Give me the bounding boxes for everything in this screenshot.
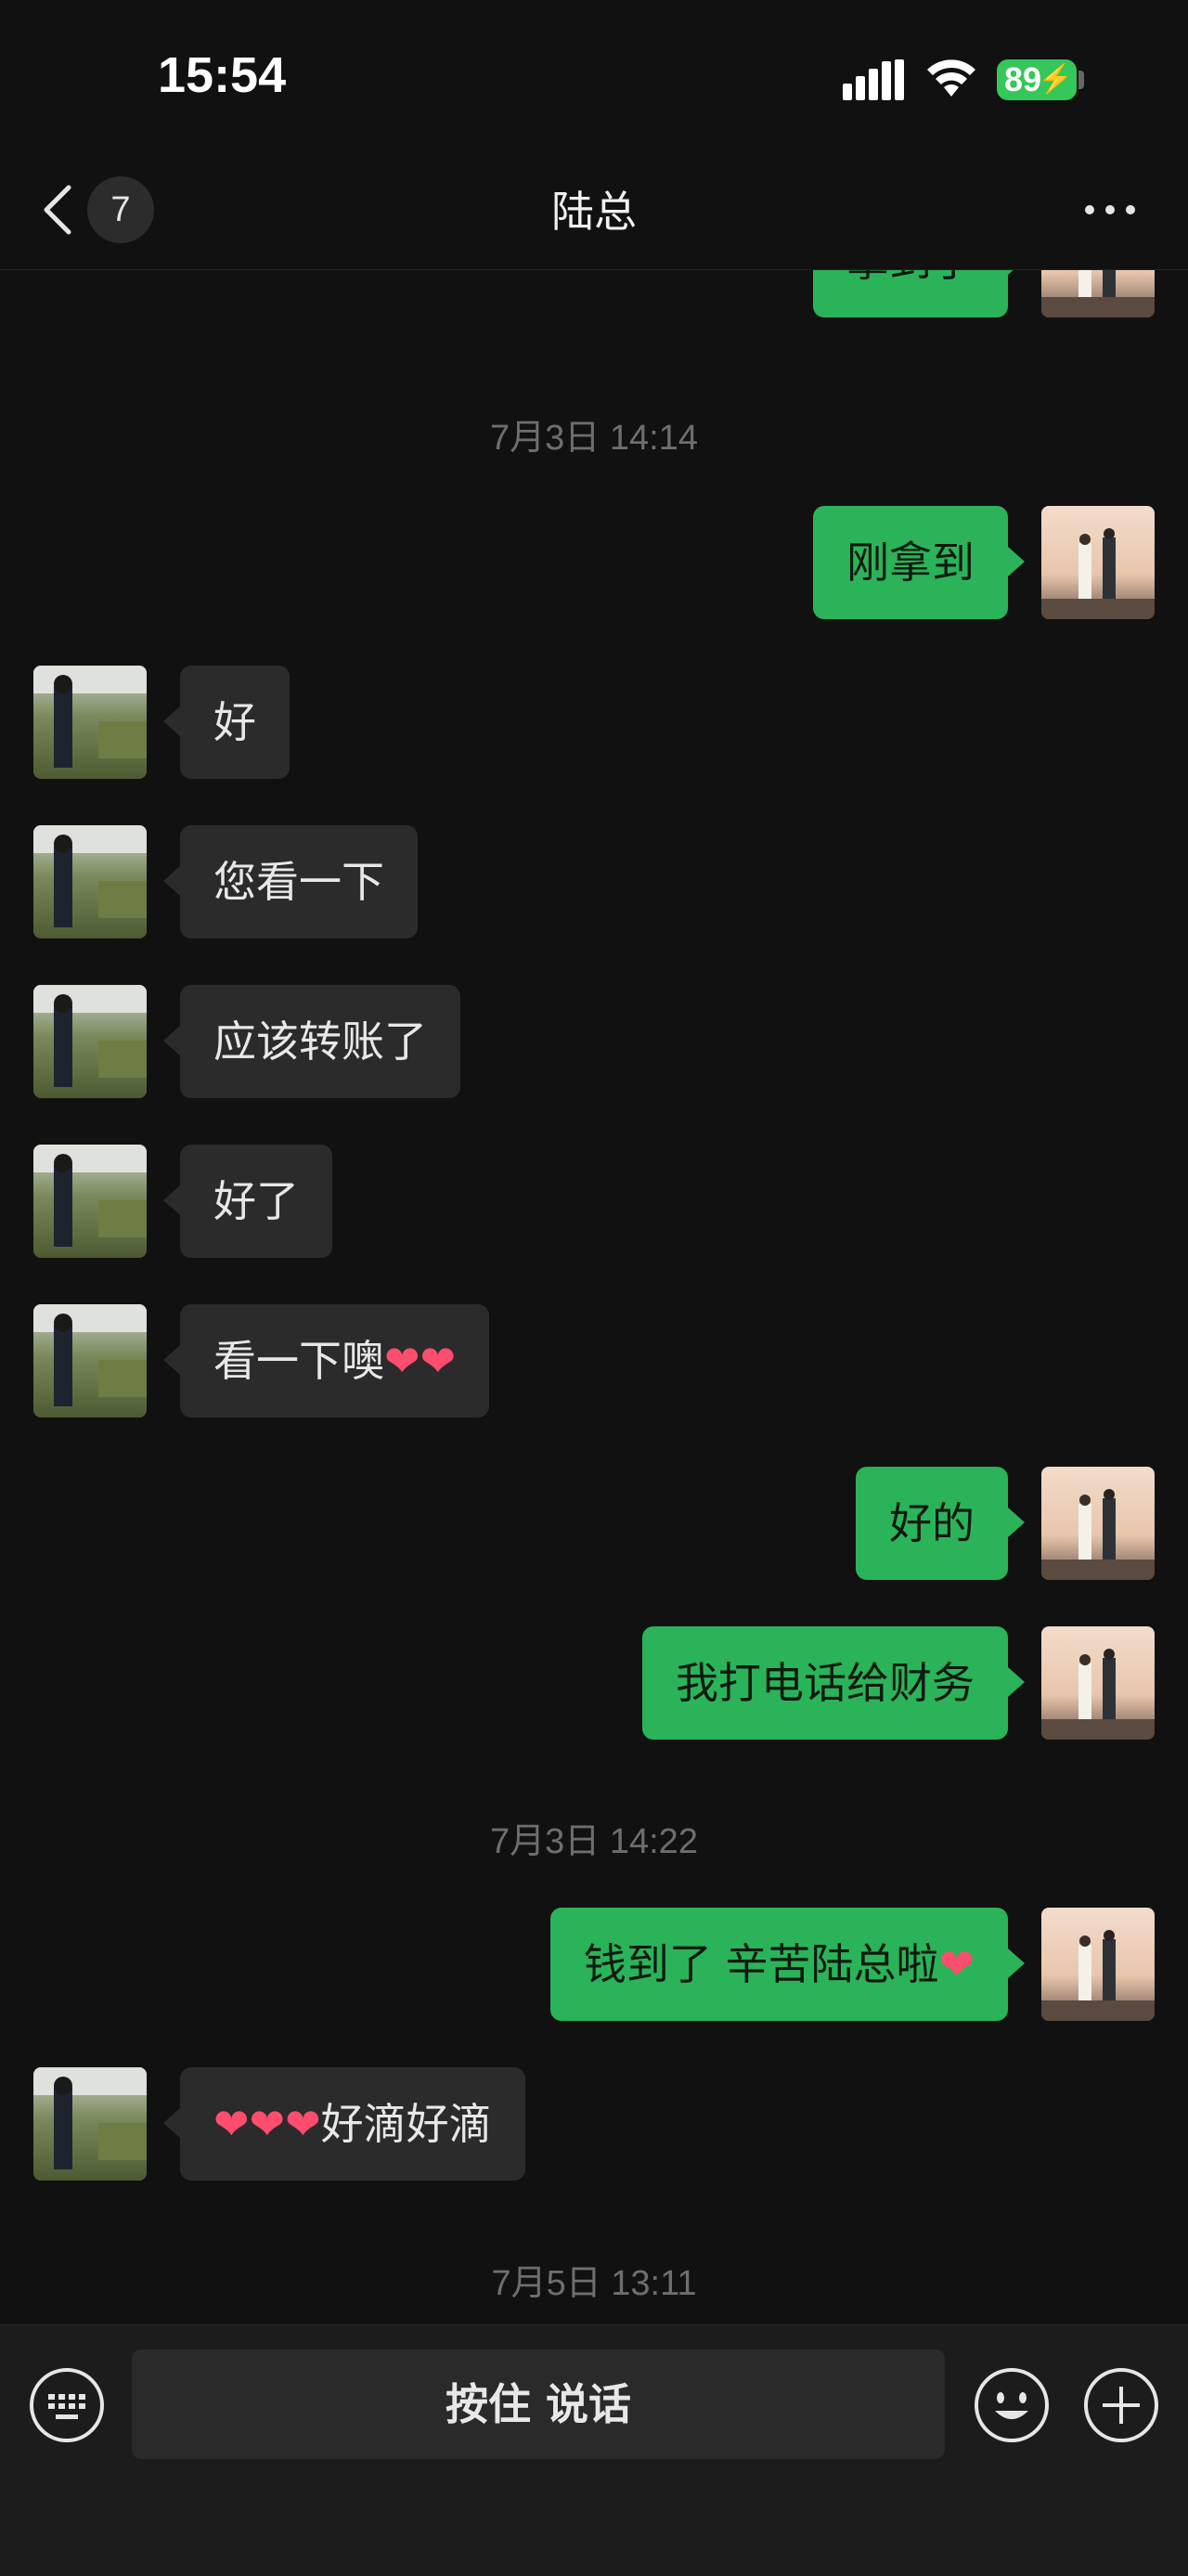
message-text: 钱到了 辛苦陆总啦 bbox=[583, 1939, 939, 1989]
received-message-bubble[interactable]: 看一下噢❤❤ bbox=[162, 1304, 490, 1417]
message-text: 好 bbox=[213, 697, 256, 747]
plus-icon[interactable] bbox=[1082, 2366, 1160, 2444]
message-text: 好滴好滴 bbox=[320, 2099, 492, 2149]
more-options-icon[interactable] bbox=[1082, 201, 1138, 219]
sent-message-bubble[interactable]: 钱到了 辛苦陆总啦❤ bbox=[549, 1908, 1026, 2021]
cellular-signal-icon bbox=[843, 59, 904, 100]
received-message-bubble[interactable]: 您看一下 bbox=[163, 825, 418, 938]
input-bar: 按住 说话 bbox=[0, 2324, 1188, 2576]
emoji-icon[interactable] bbox=[973, 2366, 1051, 2444]
hold-to-talk-button[interactable]: 按住 说话 bbox=[132, 2349, 945, 2459]
received-message-bubble[interactable]: 应该转账了 bbox=[163, 985, 460, 1098]
my-avatar[interactable] bbox=[1041, 269, 1155, 317]
message-text: 拿到了 bbox=[846, 269, 975, 286]
sent-message-bubble[interactable]: 我打电话给财务 bbox=[642, 1626, 1025, 1740]
contact-avatar[interactable] bbox=[33, 1304, 147, 1417]
keyboard-icon[interactable] bbox=[28, 2366, 106, 2444]
status-time: 15:54 bbox=[158, 47, 287, 103]
status-bar: 15:54 89 ⚡ bbox=[0, 0, 1188, 158]
received-message-bubble[interactable]: ❤❤❤好滴好滴 bbox=[163, 2067, 525, 2181]
chat-title: 陆总 bbox=[551, 187, 637, 237]
message-timestamp: 7月5日 13:11 bbox=[491, 2264, 697, 2303]
message-timestamp: 7月3日 14:14 bbox=[490, 419, 698, 458]
message-list[interactable]: 拿到了 7月3日 14:14 刚拿到 好 您看一下 bbox=[0, 269, 1188, 2323]
contact-avatar[interactable] bbox=[33, 825, 147, 938]
sent-message-bubble[interactable]: 拿到了 bbox=[813, 269, 1025, 317]
chat-header: 7 陆总 bbox=[0, 158, 1188, 270]
wifi-icon bbox=[927, 59, 975, 97]
heart-emoji: ❤❤ bbox=[384, 1336, 457, 1386]
received-message-bubble[interactable]: 好了 bbox=[163, 1145, 332, 1258]
message-text: 刚拿到 bbox=[846, 537, 975, 588]
message-text: 好的 bbox=[889, 1498, 975, 1548]
heart-emoji: ❤ bbox=[938, 1939, 975, 1989]
charging-icon: ⚡ bbox=[1038, 64, 1073, 95]
sent-message-bubble[interactable]: 刚拿到 bbox=[813, 506, 1025, 619]
my-avatar[interactable] bbox=[1041, 506, 1155, 619]
my-avatar[interactable] bbox=[1041, 1467, 1155, 1580]
contact-avatar[interactable] bbox=[33, 985, 147, 1098]
message-text: 应该转账了 bbox=[213, 1016, 427, 1067]
message-text: 您看一下 bbox=[213, 857, 384, 907]
sent-message-bubble[interactable]: 好的 bbox=[856, 1467, 1025, 1580]
battery-indicator: 89 ⚡ bbox=[997, 59, 1077, 100]
my-avatar[interactable] bbox=[1041, 1626, 1155, 1740]
message-timestamp: 7月3日 14:22 bbox=[490, 1822, 698, 1861]
contact-avatar[interactable] bbox=[33, 2067, 147, 2181]
message-text: 我打电话给财务 bbox=[676, 1658, 975, 1708]
received-message-bubble[interactable]: 好 bbox=[163, 666, 290, 779]
battery-level: 89 bbox=[1004, 60, 1042, 98]
message-text: 好了 bbox=[213, 1176, 299, 1226]
contact-avatar[interactable] bbox=[33, 1145, 147, 1258]
my-avatar[interactable] bbox=[1041, 1908, 1155, 2021]
battery-cap bbox=[1078, 71, 1084, 89]
heart-emoji: ❤❤❤ bbox=[213, 2099, 321, 2149]
contact-avatar[interactable] bbox=[33, 666, 147, 779]
message-text: 看一下噢 bbox=[213, 1336, 384, 1386]
